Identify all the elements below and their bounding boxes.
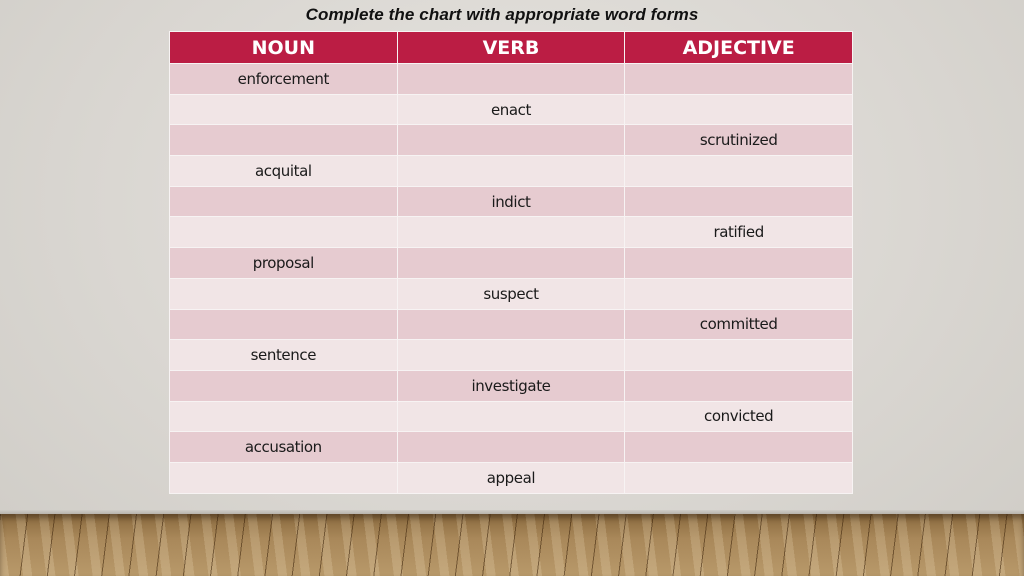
table-row: accusation <box>169 431 853 463</box>
header-noun: NOUN <box>169 31 398 64</box>
cell-noun[interactable] <box>169 124 398 157</box>
cell-verb[interactable] <box>396 431 626 463</box>
cell-adjective[interactable] <box>624 63 853 95</box>
cell-adjective[interactable] <box>624 185 853 218</box>
cell-verb[interactable] <box>396 124 626 157</box>
cell-adjective[interactable] <box>624 93 853 126</box>
table-row: proposal <box>169 247 853 279</box>
table-row: enforcement <box>169 63 853 95</box>
cell-verb[interactable] <box>396 308 626 341</box>
cell-adjective[interactable] <box>624 277 853 310</box>
cell-noun[interactable] <box>169 277 398 310</box>
cell-verb[interactable]: appeal <box>396 461 626 494</box>
cell-noun[interactable]: sentence <box>169 339 398 371</box>
table-row: sentence <box>169 339 853 371</box>
cell-noun[interactable] <box>169 461 398 494</box>
table-row: investigate <box>169 369 853 402</box>
cell-noun[interactable] <box>169 216 398 249</box>
cell-verb[interactable]: suspect <box>396 277 626 310</box>
table-row: committed <box>169 308 853 341</box>
wood-floor-background <box>0 514 1024 576</box>
cell-adjective[interactable] <box>624 431 853 463</box>
cell-verb[interactable]: indict <box>396 185 626 218</box>
cell-noun[interactable] <box>169 369 398 402</box>
header-adjective: ADJECTIVE <box>624 31 853 64</box>
cell-noun[interactable] <box>169 400 398 433</box>
cell-verb[interactable] <box>396 400 626 433</box>
slide-title: Complete the chart with appropriate word… <box>305 5 699 24</box>
cell-noun[interactable]: proposal <box>169 247 398 279</box>
table-row: appeal <box>169 461 853 494</box>
cell-verb[interactable] <box>396 339 626 371</box>
cell-adjective[interactable] <box>624 247 853 279</box>
cell-noun[interactable] <box>169 185 398 218</box>
cell-adjective[interactable]: ratified <box>624 216 853 249</box>
cell-noun[interactable]: acquital <box>169 155 398 187</box>
table-row: suspect <box>169 277 853 310</box>
cell-verb[interactable]: enact <box>396 93 626 126</box>
table-header-row: NOUN VERB ADJECTIVE <box>169 31 853 64</box>
cell-verb[interactable] <box>396 155 626 187</box>
cell-noun[interactable]: enforcement <box>169 63 398 95</box>
cell-adjective[interactable]: scrutinized <box>624 124 853 157</box>
table-row: enact <box>169 93 853 126</box>
table-row: acquital <box>169 155 853 187</box>
cell-adjective[interactable] <box>624 369 853 402</box>
table-row: indict <box>169 185 853 218</box>
cell-noun[interactable]: accusation <box>169 431 398 463</box>
table-row: ratified <box>169 216 853 249</box>
header-verb: VERB <box>396 31 626 64</box>
cell-adjective[interactable] <box>624 461 853 494</box>
table-row: scrutinized <box>169 124 853 157</box>
cell-adjective[interactable]: committed <box>624 308 853 341</box>
cell-verb[interactable] <box>396 216 626 249</box>
table-row: convicted <box>169 400 853 433</box>
cell-verb[interactable]: investigate <box>396 369 626 402</box>
cell-verb[interactable] <box>396 63 626 95</box>
cell-adjective[interactable]: convicted <box>624 400 853 433</box>
cell-adjective[interactable] <box>624 339 853 371</box>
cell-adjective[interactable] <box>624 155 853 187</box>
cell-verb[interactable] <box>396 247 626 279</box>
cell-noun[interactable] <box>169 308 398 341</box>
word-forms-table: NOUN VERB ADJECTIVE enforcement enact scru… <box>169 31 853 494</box>
cell-noun[interactable] <box>169 93 398 126</box>
